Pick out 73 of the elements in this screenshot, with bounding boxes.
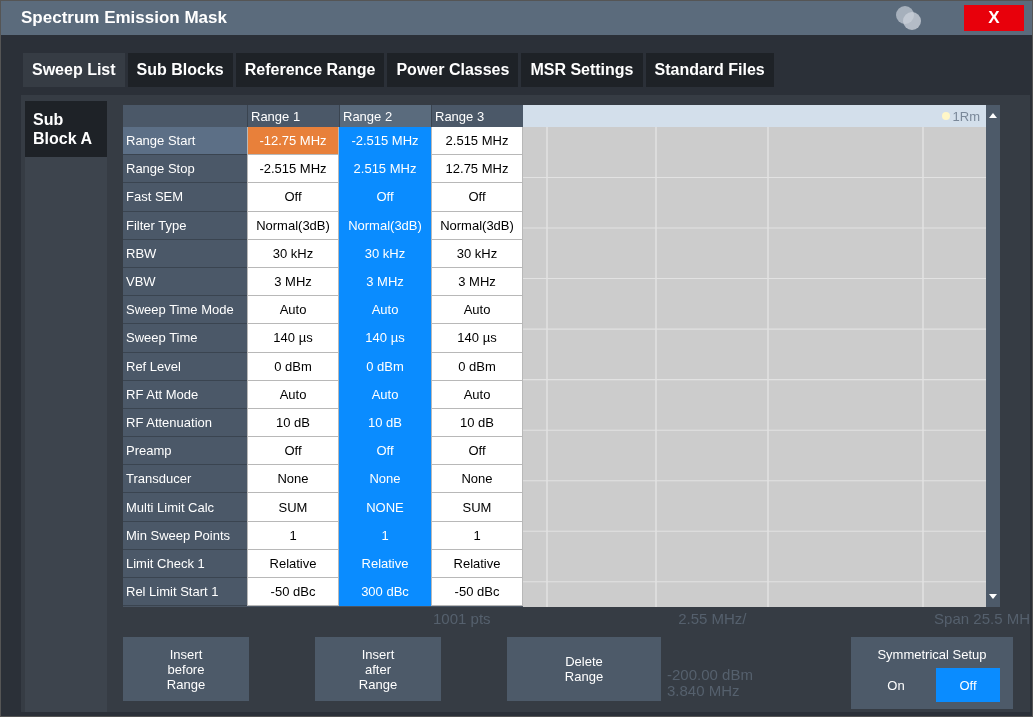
row-label[interactable]: RF Att Mode (123, 380, 247, 409)
tab[interactable]: Power Classes (387, 53, 519, 87)
table-cell[interactable]: SUM (431, 493, 523, 522)
table-cell[interactable]: 0 dBm (247, 352, 339, 381)
table-cell[interactable]: Auto (247, 296, 339, 325)
table-cell[interactable]: None (431, 465, 523, 494)
side-tab[interactable]: Sub Block A (25, 101, 107, 157)
table-cell[interactable]: Normal(3dB) (431, 211, 523, 240)
table-cell[interactable]: -2.515 MHz (247, 155, 339, 184)
row-label[interactable]: VBW (123, 267, 247, 297)
table-cell[interactable]: 30 kHz (247, 239, 339, 268)
close-button[interactable]: X (964, 5, 1024, 31)
symmetrical-setup-title: Symmetrical Setup (877, 647, 987, 662)
tab[interactable]: Standard Files (645, 53, 774, 87)
table-cell[interactable]: Relative (431, 549, 523, 578)
row-label[interactable]: Range Stop (123, 155, 247, 184)
action-button[interactable]: Insert after Range (315, 637, 441, 701)
tab[interactable]: Sub Blocks (127, 53, 233, 87)
table-cell[interactable]: 10 dB (247, 408, 339, 438)
row-label[interactable]: Rel Limit Start 1 (123, 578, 247, 607)
table-cell[interactable]: 0 dBm (431, 352, 523, 381)
table-cell[interactable]: Auto (431, 296, 523, 325)
table-cell[interactable]: -50 dBc (247, 578, 339, 607)
row-label[interactable]: Ref Level (123, 352, 247, 381)
column-header[interactable]: Range 2 (339, 105, 431, 127)
row-label[interactable]: RF Attenuation (123, 408, 247, 438)
table-cell[interactable]: 1 (431, 521, 523, 550)
action-button[interactable]: Insert before Range (123, 637, 249, 701)
scrollbar[interactable] (986, 105, 1000, 607)
table-cell[interactable]: SUM (247, 493, 339, 522)
overlapping-circles-icon[interactable] (894, 4, 924, 32)
row-label[interactable]: Filter Type (123, 211, 247, 240)
row-label[interactable]: Preamp (123, 437, 247, 466)
row-label[interactable]: Fast SEM (123, 183, 247, 212)
table-cell[interactable]: 3 MHz (247, 267, 339, 297)
tab[interactable]: Reference Range (235, 53, 385, 87)
table-cell[interactable]: Off (431, 437, 523, 466)
table-cell[interactable]: 140 µs (247, 324, 339, 353)
column-header[interactable]: Range 1 (247, 105, 339, 127)
row-label[interactable]: Multi Limit Calc (123, 493, 247, 522)
table-cell[interactable]: 30 kHz (431, 239, 523, 268)
table-cell[interactable]: 2.515 MHz (431, 127, 523, 156)
table-cell[interactable]: Off (431, 183, 523, 212)
table-cell[interactable]: Off (247, 437, 339, 466)
table-cell[interactable]: 140 µs (431, 324, 523, 353)
table-cell[interactable]: 10 dB (431, 408, 523, 438)
row-label[interactable]: Min Sweep Points (123, 521, 247, 550)
table-cell[interactable]: 1 (247, 521, 339, 550)
scroll-down-icon[interactable] (988, 593, 998, 601)
action-button[interactable]: Delete Range (507, 637, 661, 701)
tab[interactable]: Sweep List (23, 53, 125, 87)
row-label[interactable]: Transducer (123, 465, 247, 494)
table-cell[interactable]: Auto (431, 380, 523, 409)
table-cell[interactable]: Auto (247, 380, 339, 409)
trace-label: 1Rm (952, 108, 980, 124)
tab[interactable]: MSR Settings (521, 53, 643, 87)
trace-dot-icon (941, 112, 950, 120)
table-cell[interactable]: Off (247, 183, 339, 212)
column-header[interactable]: Range 3 (431, 105, 523, 127)
table-cell[interactable]: Normal(3dB) (247, 211, 339, 240)
row-label[interactable]: Sweep Time (123, 324, 247, 353)
table-cell[interactable]: None (247, 465, 339, 494)
row-label[interactable]: Sweep Time Mode (123, 296, 247, 325)
window-title: Spectrum Emission Mask (21, 8, 228, 28)
row-label[interactable]: RBW (123, 239, 247, 268)
table-cell[interactable]: 12.75 MHz (431, 155, 523, 184)
row-label[interactable]: Limit Check 1 (123, 549, 247, 578)
table-cell[interactable]: 3 MHz (431, 267, 523, 297)
row-label[interactable]: Range Start (123, 127, 247, 156)
table-cell[interactable]: -50 dBc (431, 578, 523, 607)
table-cell[interactable]: Relative (247, 549, 339, 578)
toggle-option[interactable]: On (864, 668, 928, 702)
scroll-up-icon[interactable] (988, 111, 998, 119)
